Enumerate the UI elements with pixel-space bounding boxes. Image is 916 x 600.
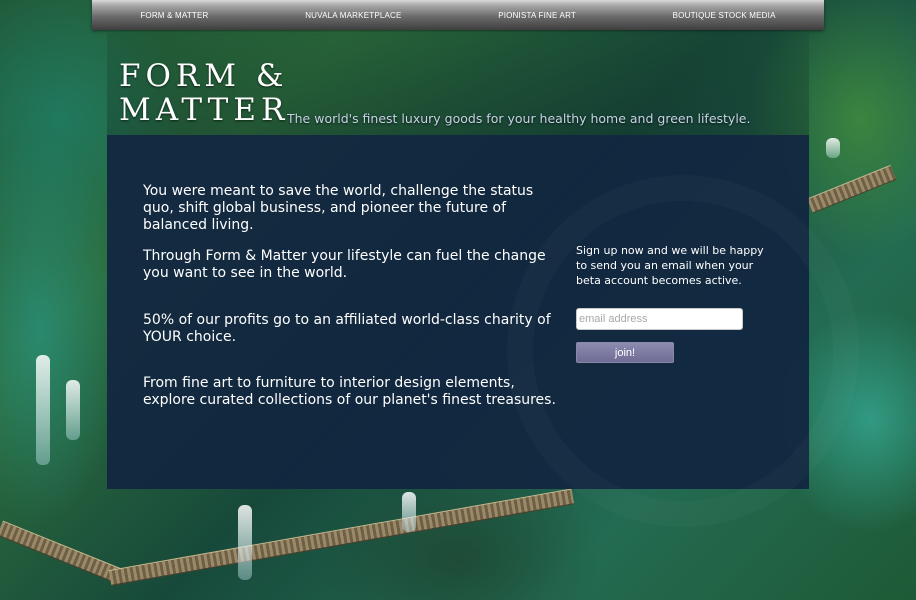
intro-paragraph-2: Through Form & Matter your lifestyle can… — [143, 248, 546, 281]
content-panel: You were meant to save the world, challe… — [107, 135, 809, 489]
nav-link-boutique-stock-media[interactable]: BOUTIQUE STOCK MEDIA — [673, 11, 776, 20]
intro-paragraph-4: From fine art to furniture to interior d… — [143, 375, 556, 408]
nav-link-nuvala-marketplace[interactable]: NUVALA MARKETPLACE — [305, 11, 401, 20]
site-header: FORM & MATTER The world's finest luxury … — [107, 33, 809, 135]
site-tagline: The world's finest luxury goods for your… — [287, 111, 751, 126]
signup-message: Sign up now and we will be happy to send… — [576, 244, 764, 287]
intro-paragraph-3: 50% of our profits go to an affiliated w… — [143, 312, 551, 345]
nav-link-pionista-fine-art[interactable]: PIONISTA FINE ART — [498, 11, 576, 20]
email-input[interactable] — [576, 308, 743, 330]
join-button[interactable]: join! — [576, 342, 674, 363]
top-navigation: FORM & MATTER NUVALA MARKETPLACE PIONIST… — [92, 0, 824, 30]
logo-line-2: MATTER — [119, 92, 290, 128]
site-logo[interactable]: FORM & MATTER — [119, 59, 289, 127]
logo-line-1: FORM & — [119, 58, 289, 94]
intro-paragraph-1: You were meant to save the world, challe… — [143, 183, 534, 233]
nav-link-form-matter[interactable]: FORM & MATTER — [140, 11, 208, 20]
